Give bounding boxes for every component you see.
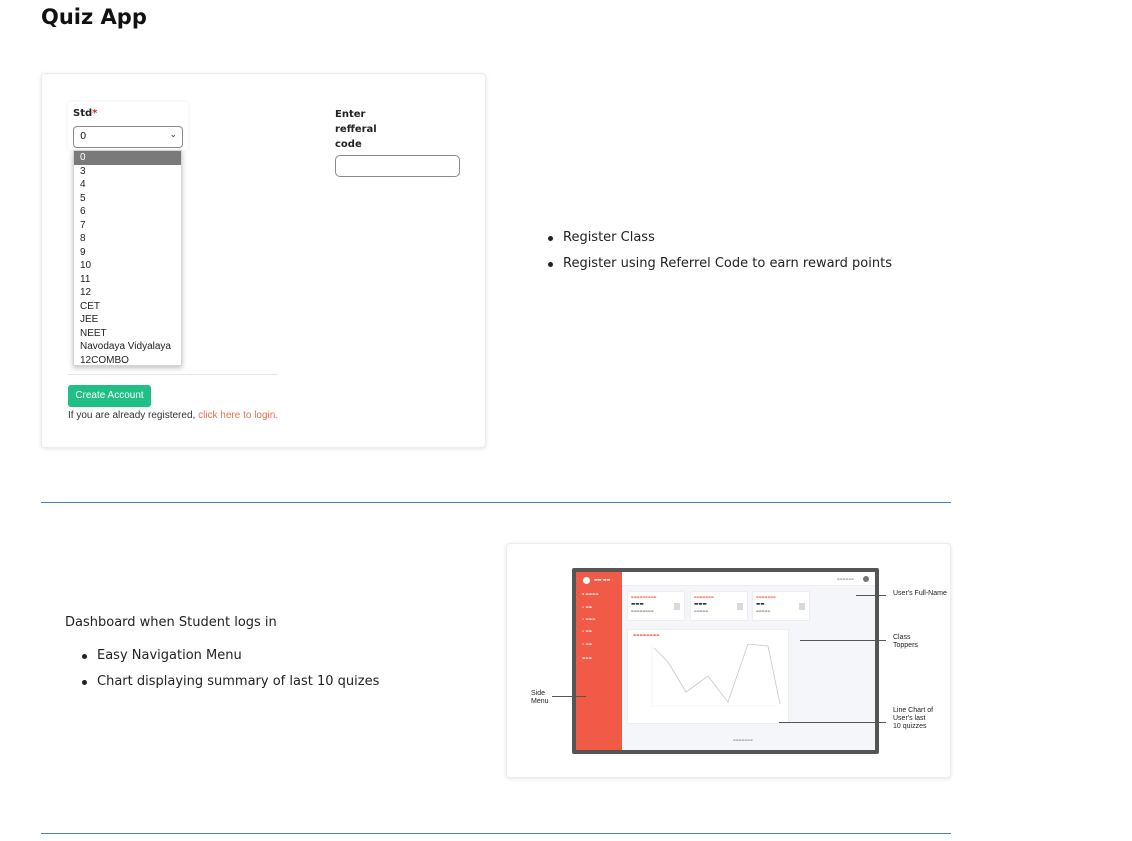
annotation-line [779,722,886,723]
annotation-line-chart: Line Chart of User's last 10 quizzes [893,707,934,730]
std-option[interactable]: 3 [74,165,181,179]
card-badge [799,603,805,610]
bullet-icon [548,262,553,267]
bullet-icon [82,680,87,685]
required-mark: * [92,108,98,119]
dashboard-screenshot: ▬▬ ▬▬ ▪ ▬▬▬▬ ▫ ▬▬ ▫ ▬▬▬ ▫ ▬▬ ▫ ▬▬ ▬▬▬ ▬▬… [572,568,879,754]
section-divider [41,833,951,834]
std-option[interactable]: NEET [74,327,181,341]
menu-item: ▫ ▬▬ [582,642,593,646]
quiz-score-line [653,643,781,705]
std-option[interactable]: 6 [74,205,181,219]
top-bar: ▬▬▬▬▬▬ [622,572,875,586]
card-subtitle: ▬▬▬▬▬▬▬▬ [631,609,654,613]
referral-label: Enter refferal code [335,109,377,150]
annotation-user-name: User's Full-Name [893,590,947,597]
std-option[interactable]: 7 [74,219,181,233]
card-badge [674,603,680,610]
menu-item: ▫ ▬▬ [582,605,593,609]
topper-card: ▬▬▬▬▬▬▬ ▬▬ ▬▬▬▬▬ [752,591,810,621]
std-label: Std* [73,108,97,119]
annotation-side-menu: Side Menu [531,690,549,705]
annotation-line [552,696,586,697]
side-menu: ▬▬ ▬▬ ▪ ▬▬▬▬ ▫ ▬▬ ▫ ▬▬▬ ▫ ▬▬ ▫ ▬▬ ▬▬▬ [576,572,622,750]
card-value: ▬▬ [756,602,765,607]
card-subtitle: ▬▬▬▬▬ [694,609,709,613]
registration-screenshot-card: Std* 0 ⌄ 0 3 4 5 6 7 8 9 10 11 12 CET JEE NEET Navoday… [41,73,486,448]
dashboard-screen: ▬▬ ▬▬ ▪ ▬▬▬▬ ▫ ▬▬ ▫ ▬▬▬ ▫ ▬▬ ▫ ▬▬ ▬▬▬ ▬▬… [576,572,875,750]
list-item: Register using Referrel Code to earn rew… [548,256,892,271]
list-item-text: Register using Referrel Code to earn rew… [563,256,892,271]
std-label-text: Std [73,108,93,119]
std-option[interactable]: CET [74,300,181,314]
std-option[interactable]: 10 [74,259,181,273]
card-value: ▬▬▬ [694,602,707,607]
std-select[interactable]: 0 ⌄ [73,126,183,148]
referral-code-input[interactable] [335,155,460,177]
line-chart [651,643,781,707]
login-prompt: If you are already registered, click her… [68,410,278,421]
login-link[interactable]: click here to login. [198,410,278,421]
card-title: ▬▬▬▬▬▬▬ [694,595,714,599]
list-item: Register Class [548,230,892,245]
page-title: Quiz App [41,5,147,29]
topper-card: ▬▬▬▬▬▬▬ ▬▬▬ ▬▬▬▬▬ [690,591,748,621]
menu-item: ▪ ▬▬▬▬ [582,592,599,596]
login-prompt-text: If you are already registered, [68,410,196,421]
menu-item: ▬▬▬ [582,656,592,660]
annotation-line [800,640,886,641]
list-item-text: Easy Navigation Menu [97,648,242,663]
chevron-down-icon: ⌄ [169,130,177,140]
std-options-dropdown: 0 3 4 5 6 7 8 9 10 11 12 CET JEE NEET Navodaya Vidyala… [73,150,182,366]
topper-card: ▬▬▬▬▬▬▬▬▬ ▬▬▬ ▬▬▬▬▬▬▬▬ [627,591,685,621]
std-option[interactable]: 5 [74,192,181,206]
dashboard-feature-list: Easy Navigation Menu Chart displaying su… [82,648,379,700]
create-account-button[interactable]: Create Account [68,385,151,407]
footer-note: ▬▬▬▬▬▬▬ [733,738,753,742]
form-divider [68,374,278,375]
std-selected-value: 0 [80,131,87,142]
list-item: Chart displaying summary of last 10 quiz… [82,674,379,689]
card-title: ▬▬▬▬▬▬▬▬▬ [631,595,657,599]
dashboard-intro: Dashboard when Student logs in [65,615,277,630]
std-option[interactable]: JEE [74,313,181,327]
std-option[interactable]: 11 [74,273,181,287]
app-name: ▬▬ ▬▬ [594,577,611,582]
std-option[interactable]: 9 [74,246,181,260]
std-option[interactable]: 8 [74,232,181,246]
list-item: Easy Navigation Menu [82,648,379,663]
annotation-class-toppers: Class Toppers [893,634,918,649]
section-divider [41,502,951,503]
bullet-icon [548,236,553,241]
card-title: ▬▬▬▬▬▬▬ [756,595,776,599]
card-subtitle: ▬▬▬▬▬ [756,609,771,613]
std-option[interactable]: 0 [74,151,181,165]
line-chart-panel: ▬▬▬▬▬▬▬▬ [627,629,789,724]
menu-item: ▫ ▬▬ [582,629,593,633]
bullet-icon [82,654,87,659]
std-option[interactable]: Navodaya Vidyalaya [74,340,181,354]
app-logo-icon [583,577,590,584]
card-value: ▬▬▬ [631,602,644,607]
user-icon [863,576,869,582]
std-option[interactable]: 4 [74,178,181,192]
registration-feature-list: Register Class Register using Referrel C… [548,230,892,282]
list-item-text: Register Class [563,230,655,245]
card-badge [737,603,743,610]
list-item-text: Chart displaying summary of last 10 quiz… [97,674,380,689]
annotation-line [856,595,886,596]
menu-item: ▫ ▬▬▬ [582,617,596,621]
std-option[interactable]: 12 [74,286,181,300]
std-option[interactable]: 12COMBO [74,354,181,368]
user-full-name: ▬▬▬▬▬▬ [837,577,855,581]
